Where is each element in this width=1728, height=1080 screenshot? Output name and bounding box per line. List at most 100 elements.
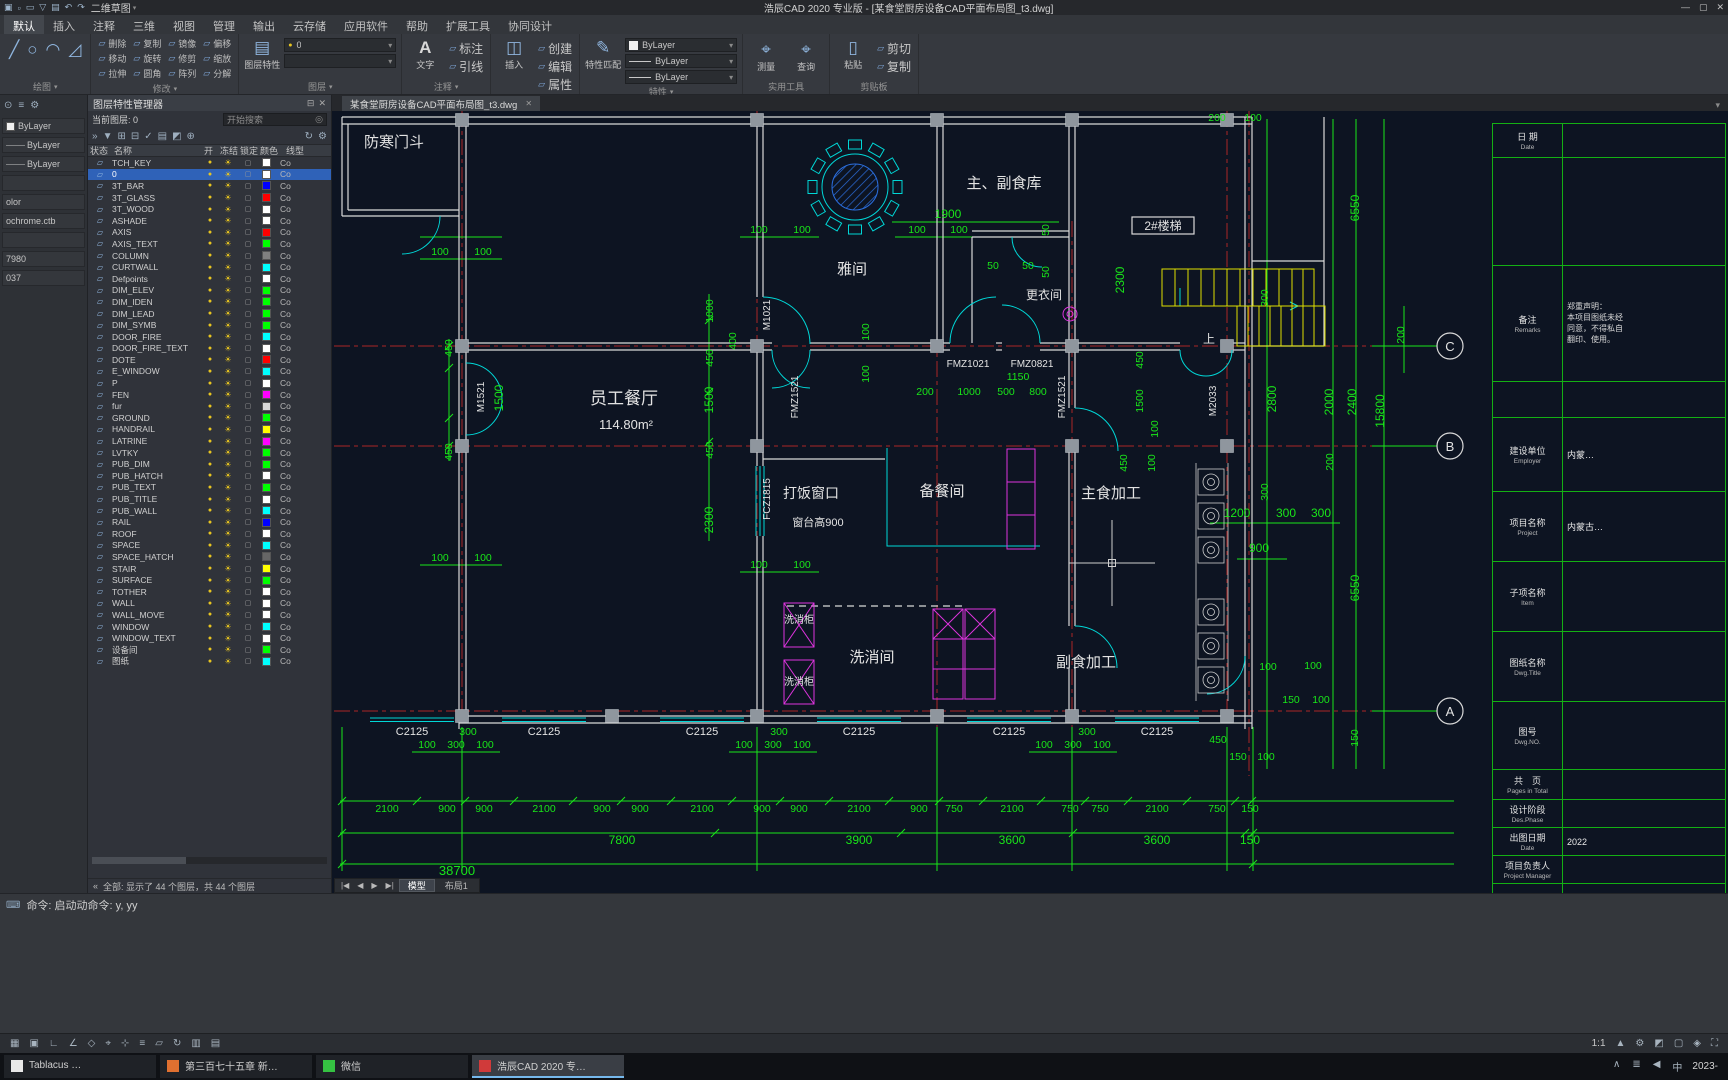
layer-row-PUB_HATCH[interactable]: ▱ PUB_HATCH ● ☀ ▢ Co <box>88 470 331 482</box>
block-button-创建[interactable]: ▱ 创建 <box>536 40 574 57</box>
layer-freeze-icon[interactable]: ☀ <box>218 263 238 272</box>
layer-on-icon[interactable]: ● <box>202 507 218 514</box>
layer-column-状态[interactable]: 状态 <box>88 144 112 157</box>
layer-on-icon[interactable]: ● <box>202 438 218 445</box>
modify-button-修剪[interactable]: ▱ 修剪 <box>166 51 198 66</box>
sheet-nav-2[interactable]: ◀ <box>354 881 366 890</box>
layer-on-icon[interactable]: ● <box>202 600 218 607</box>
layer-row-3T_GLASS[interactable]: ▱ 3T_GLASS ● ☀ ▢ Co <box>88 192 331 204</box>
layer-freeze-icon[interactable]: ☀ <box>218 355 238 364</box>
drawing-canvas[interactable]: 防寒门斗 雅间 主、副食库 更衣间 员工餐厅 114.80m² 打饭窗口 窗台高900 备餐间 主… <box>332 111 1728 893</box>
layer-lock-icon[interactable]: ▢ <box>238 646 258 654</box>
layer-freeze-icon[interactable]: ☀ <box>218 448 238 457</box>
layer-column-名称[interactable]: 名称 <box>112 144 202 157</box>
layer-color-swatch[interactable] <box>262 413 271 423</box>
modify-button-镜像[interactable]: ▱ 镜像 <box>166 36 198 51</box>
layer-color-swatch[interactable] <box>262 622 271 632</box>
layer-color-swatch[interactable] <box>262 262 271 272</box>
modify-group-label[interactable]: 修改 <box>153 82 171 95</box>
sheet-tab-布局1[interactable]: 布局1 <box>437 879 476 892</box>
layer-freeze-icon[interactable]: ☀ <box>218 367 238 376</box>
layer-settings-icon[interactable]: ⚙ <box>318 131 327 142</box>
layer-color-swatch[interactable] <box>262 366 271 376</box>
layer-row-AXIS_TEXT[interactable]: ▱ AXIS_TEXT ● ☀ ▢ Co <box>88 238 331 250</box>
layer-row-DOTE[interactable]: ▱ DOTE ● ☀ ▢ Co <box>88 354 331 366</box>
layer-on-icon[interactable]: ● <box>202 264 218 271</box>
pin-icon[interactable]: ⊙ <box>4 100 12 111</box>
layer-color-swatch[interactable] <box>262 587 271 597</box>
sheet-tab-模型[interactable]: 模型 <box>398 879 435 892</box>
layer-column-颜色[interactable]: 颜色 <box>258 144 284 157</box>
layer-isolate-icon[interactable]: ◩ <box>172 131 181 142</box>
layer-on-icon[interactable]: ● <box>202 368 218 375</box>
layer-lock-icon[interactable]: ▢ <box>238 472 258 480</box>
layer-color-swatch[interactable] <box>262 297 271 307</box>
layer-row-CURTWALL[interactable]: ▱ CURTWALL ● ☀ ▢ Co <box>88 261 331 273</box>
layer-on-icon[interactable]: ● <box>202 519 218 526</box>
cycle-icon[interactable]: ↻ <box>171 1038 183 1049</box>
layer-row-DIM_SYMB[interactable]: ▱ DIM_SYMB ● ☀ ▢ Co <box>88 319 331 331</box>
layer-on-icon[interactable]: ● <box>202 194 218 201</box>
list-icon[interactable]: ≡ <box>18 100 24 111</box>
layer-freeze-icon[interactable]: ☀ <box>218 402 238 411</box>
layer-freeze-icon[interactable]: ☀ <box>218 309 238 318</box>
lineweight-icon[interactable]: ≡ <box>137 1038 147 1049</box>
property-dropdown-3[interactable]: ByLayer ▾ <box>625 70 738 84</box>
layer-group-label[interactable]: 图层 <box>308 80 326 93</box>
layer-row-设备间[interactable]: ▱ 设备间 ● ☀ ▢ Co <box>88 644 331 656</box>
layer-lock-icon[interactable]: ▢ <box>238 367 258 375</box>
document-tab[interactable]: 某食堂厨房设备CAD平面布局图_t3.dwg ✕ <box>342 96 541 111</box>
ime-icon[interactable]: 中 <box>1670 1059 1684 1074</box>
layer-freeze-icon[interactable]: ☀ <box>218 170 238 179</box>
draw-group-label[interactable]: 绘图 <box>33 80 51 93</box>
print-icon[interactable]: ▤ <box>51 2 60 13</box>
layer-on-icon[interactable]: ● <box>202 635 218 642</box>
annotation-button-标注[interactable]: ▱ 标注 <box>447 40 485 57</box>
layer-row-GROUND[interactable]: ▱ GROUND ● ☀ ▢ Co <box>88 412 331 424</box>
delete-layer-icon[interactable]: ⊟ <box>131 131 139 142</box>
layer-row-WALL_MOVE[interactable]: ▱ WALL_MOVE ● ☀ ▢ Co <box>88 609 331 621</box>
layer-color-swatch[interactable] <box>262 448 271 458</box>
layer-color-swatch[interactable] <box>262 227 271 237</box>
layer-freeze-icon[interactable]: ☀ <box>218 437 238 446</box>
taskbar-item-1[interactable]: Tablacus … <box>4 1055 156 1078</box>
layer-row-SPACE[interactable]: ▱ SPACE ● ☀ ▢ Co <box>88 540 331 552</box>
layer-on-icon[interactable]: ● <box>202 623 218 630</box>
layer-lock-icon[interactable]: ▢ <box>238 194 258 202</box>
layer-on-icon[interactable]: ● <box>202 240 218 247</box>
utility-button-测量[interactable]: ⌖ 测量 <box>748 38 784 73</box>
layer-on-icon[interactable]: ● <box>202 426 218 433</box>
layer-lock-icon[interactable]: ▢ <box>238 530 258 538</box>
isolate-icon[interactable]: ◩ <box>1652 1038 1665 1049</box>
layer-color-swatch[interactable] <box>262 285 271 295</box>
layer-on-icon[interactable]: ● <box>202 229 218 236</box>
layer-lock-icon[interactable]: ▢ <box>238 495 258 503</box>
layer-freeze-icon[interactable]: ☀ <box>218 379 238 388</box>
new-icon[interactable]: ▫ <box>18 3 21 13</box>
polyline-icon[interactable]: ◿ <box>68 40 81 60</box>
layer-color-swatch[interactable] <box>262 424 271 434</box>
ribbon-tab-2[interactable]: 插入 <box>44 15 84 34</box>
tab-overflow-icon[interactable]: ▾ <box>1707 100 1728 111</box>
layer-freeze-icon[interactable]: ☀ <box>218 286 238 295</box>
ribbon-tab-1[interactable]: 默认 <box>4 15 44 34</box>
layer-color-swatch[interactable] <box>262 390 271 400</box>
layer-lock-icon[interactable]: ▢ <box>238 611 258 619</box>
property-dropdown-1[interactable]: ByLayer ▾ <box>625 38 738 52</box>
layer-row-DOOR_FIRE[interactable]: ▱ DOOR_FIRE ● ☀ ▢ Co <box>88 331 331 343</box>
layer-on-icon[interactable]: ● <box>202 287 218 294</box>
layer-lock-icon[interactable]: ▢ <box>238 228 258 236</box>
layer-color-swatch[interactable] <box>262 193 271 203</box>
minimize-icon[interactable]: — <box>1681 2 1690 13</box>
workspace-selector[interactable]: 二维草图 <box>91 0 131 15</box>
layer-lock-icon[interactable]: ▢ <box>238 379 258 387</box>
ribbon-tab-7[interactable]: 输出 <box>244 15 284 34</box>
layer-lock-icon[interactable]: ▢ <box>238 298 258 306</box>
layer-color-swatch[interactable] <box>262 517 271 527</box>
layer-freeze-icon[interactable]: ☀ <box>218 181 238 190</box>
layer-lock-icon[interactable]: ▢ <box>238 310 258 318</box>
layer-row-P[interactable]: ▱ P ● ☀ ▢ Co <box>88 377 331 389</box>
network-icon[interactable]: ≣ <box>1630 1059 1642 1074</box>
layer-color-swatch[interactable] <box>262 552 271 562</box>
layer-lock-icon[interactable]: ▢ <box>238 263 258 271</box>
